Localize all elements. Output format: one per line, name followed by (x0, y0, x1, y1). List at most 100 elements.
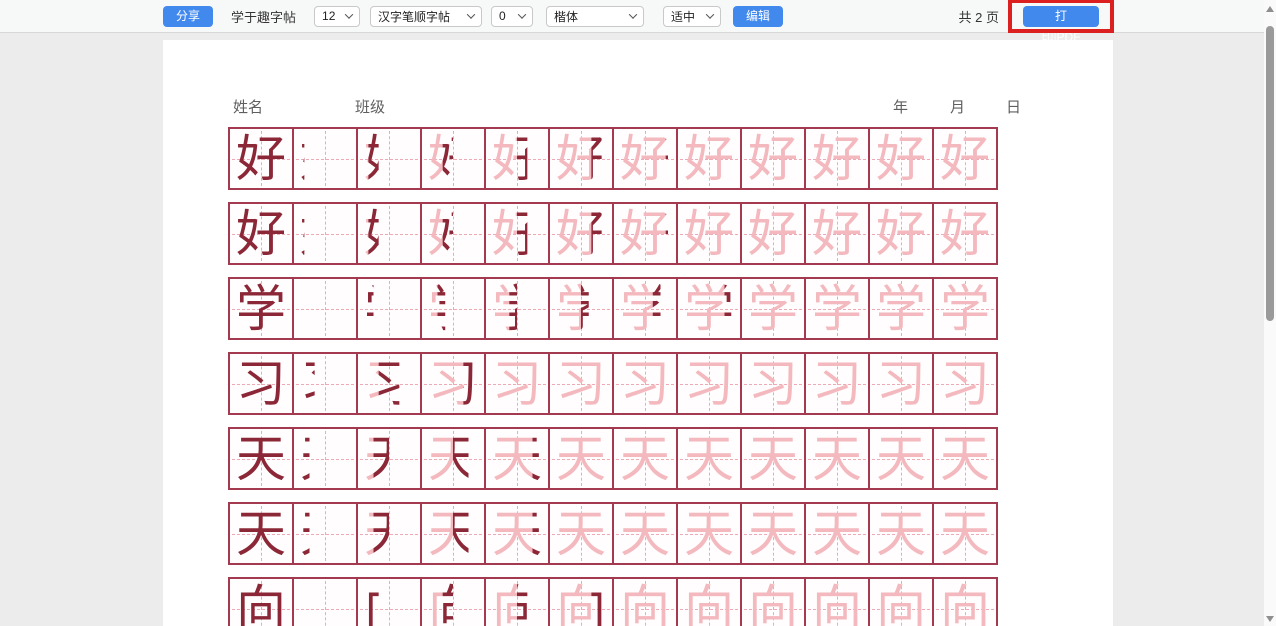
grid-cell: 向 (806, 577, 870, 626)
year-label: 年 (893, 96, 908, 117)
font-value: 楷体 (554, 8, 578, 25)
number-value: 0 (499, 9, 506, 23)
character-glyph-trace: 学 (614, 279, 676, 338)
grid-cell: 天天 (358, 427, 422, 490)
character-glyph-trace: 习 (742, 354, 804, 413)
character-glyph-dark: 学 (358, 279, 420, 338)
character-glyph-trace: 好 (678, 204, 740, 263)
grid-cell: 向向 (358, 577, 422, 626)
grid-cell: 好 (678, 127, 742, 190)
chevron-down-icon (467, 10, 475, 18)
grid-cell: 向向 (486, 577, 550, 626)
edit-button[interactable]: 编辑 (733, 6, 783, 27)
grid-cell: 学 (934, 277, 998, 340)
grid-cell: 学学 (614, 277, 678, 340)
share-button[interactable]: 分享 (163, 6, 213, 27)
character-glyph-trace: 好 (422, 204, 484, 263)
character-glyph-trace: 好 (806, 129, 868, 188)
character-glyph-trace: 习 (614, 354, 676, 413)
class-label: 班级 (355, 96, 385, 117)
practice-grid: 好好好好好好好好好好好好好好好好好好好好好好好好好好好好好好好好好好学学学学学学… (228, 127, 1022, 626)
chevron-down-icon (518, 10, 526, 18)
character-glyph-dark: 习 (294, 354, 356, 413)
scroll-up-icon[interactable] (1266, 6, 1274, 12)
grid-cell: 好 (870, 127, 934, 190)
practice-row: 习习习习习习习习习习习习习习 (228, 352, 1022, 415)
chevron-down-icon (629, 10, 637, 18)
character-glyph-trace: 好 (358, 129, 420, 188)
grid-cell: 学学 (486, 277, 550, 340)
grid-cell: 向向 (614, 577, 678, 626)
character-glyph-trace: 好 (934, 204, 996, 263)
grid-cell: 好好 (422, 202, 486, 265)
grid-cell: 天 (550, 427, 614, 490)
character-glyph-trace: 好 (934, 129, 996, 188)
character-glyph-trace: 天 (614, 504, 676, 563)
character-glyph-trace: 向 (934, 579, 996, 626)
grid-cell: 学学 (358, 277, 422, 340)
grid-cell: 好好 (550, 127, 614, 190)
grid-cell: 好 (678, 202, 742, 265)
scrollbar-thumb[interactable] (1266, 26, 1274, 321)
character-glyph-trace: 习 (934, 354, 996, 413)
grid-cell: 好好 (614, 127, 678, 190)
font-size-value: 12 (322, 9, 335, 23)
grid-cell: 好 (870, 202, 934, 265)
grid-cell: 天 (228, 427, 294, 490)
grid-cell: 学 (294, 277, 358, 340)
character-glyph-trace: 天 (742, 429, 804, 488)
grid-cell: 习 (486, 352, 550, 415)
scrollbar[interactable] (1264, 0, 1276, 626)
character-glyph-trace: 好 (422, 129, 484, 188)
character-glyph-trace: 天 (678, 429, 740, 488)
grid-cell: 好好 (486, 127, 550, 190)
character-glyph-trace: 好 (870, 204, 932, 263)
grid-cell: 习习 (358, 352, 422, 415)
grid-cell: 好 (806, 202, 870, 265)
character-glyph-trace: 天 (358, 504, 420, 563)
grid-cell: 向 (294, 577, 358, 626)
character-glyph-trace: 天 (870, 504, 932, 563)
character-glyph-dark: 向 (294, 579, 356, 626)
density-select[interactable]: 适中 (663, 6, 721, 27)
character-glyph-trace: 向 (358, 579, 420, 626)
grid-cell: 学 (806, 277, 870, 340)
sheet-header: 姓名 班级 年 月 日 (163, 96, 1113, 120)
character-glyph-dark: 学 (230, 279, 292, 338)
grid-cell: 习 (294, 352, 358, 415)
page-count: 共 2 页 (959, 7, 999, 26)
grid-cell: 好 (294, 127, 358, 190)
grid-cell: 习 (228, 352, 294, 415)
toolbar: 分享 学于趣字帖 12 汉字笔顺字帖 0 楷体 适中 编辑 共 2 页 打印|P… (0, 0, 1276, 33)
grid-cell: 学 (228, 277, 294, 340)
grid-cell: 天 (870, 502, 934, 565)
character-glyph-trace: 学 (422, 279, 484, 338)
character-glyph-trace: 好 (870, 129, 932, 188)
grid-cell: 好 (742, 127, 806, 190)
scroll-down-icon[interactable] (1266, 616, 1274, 622)
grid-cell: 好好 (358, 202, 422, 265)
grid-cell: 天 (742, 427, 806, 490)
font-select[interactable]: 楷体 (546, 6, 644, 27)
character-glyph-trace: 天 (742, 504, 804, 563)
number-select[interactable]: 0 (491, 6, 533, 27)
font-size-select[interactable]: 12 (314, 6, 360, 27)
print-pdf-button[interactable]: 打印|PDF (1023, 6, 1099, 27)
character-glyph-dark: 好 (294, 129, 356, 188)
character-glyph-trace: 学 (870, 279, 932, 338)
grid-cell: 天 (294, 427, 358, 490)
character-glyph-dark: 好 (230, 204, 292, 263)
character-glyph-trace: 好 (358, 204, 420, 263)
grid-cell: 学学 (742, 277, 806, 340)
character-glyph-trace: 向 (422, 579, 484, 626)
grid-cell: 天 (294, 502, 358, 565)
character-glyph-trace: 好 (742, 204, 804, 263)
grid-cell: 向 (934, 577, 998, 626)
grid-cell: 好好 (550, 202, 614, 265)
copybook-type-select[interactable]: 汉字笔顺字帖 (370, 6, 482, 27)
character-glyph-trace: 天 (806, 504, 868, 563)
grid-cell: 天 (614, 502, 678, 565)
print-button-area: 打印|PDF (1009, 0, 1113, 33)
character-glyph-dark: 天 (230, 429, 292, 488)
character-glyph-dark: 好 (230, 129, 292, 188)
